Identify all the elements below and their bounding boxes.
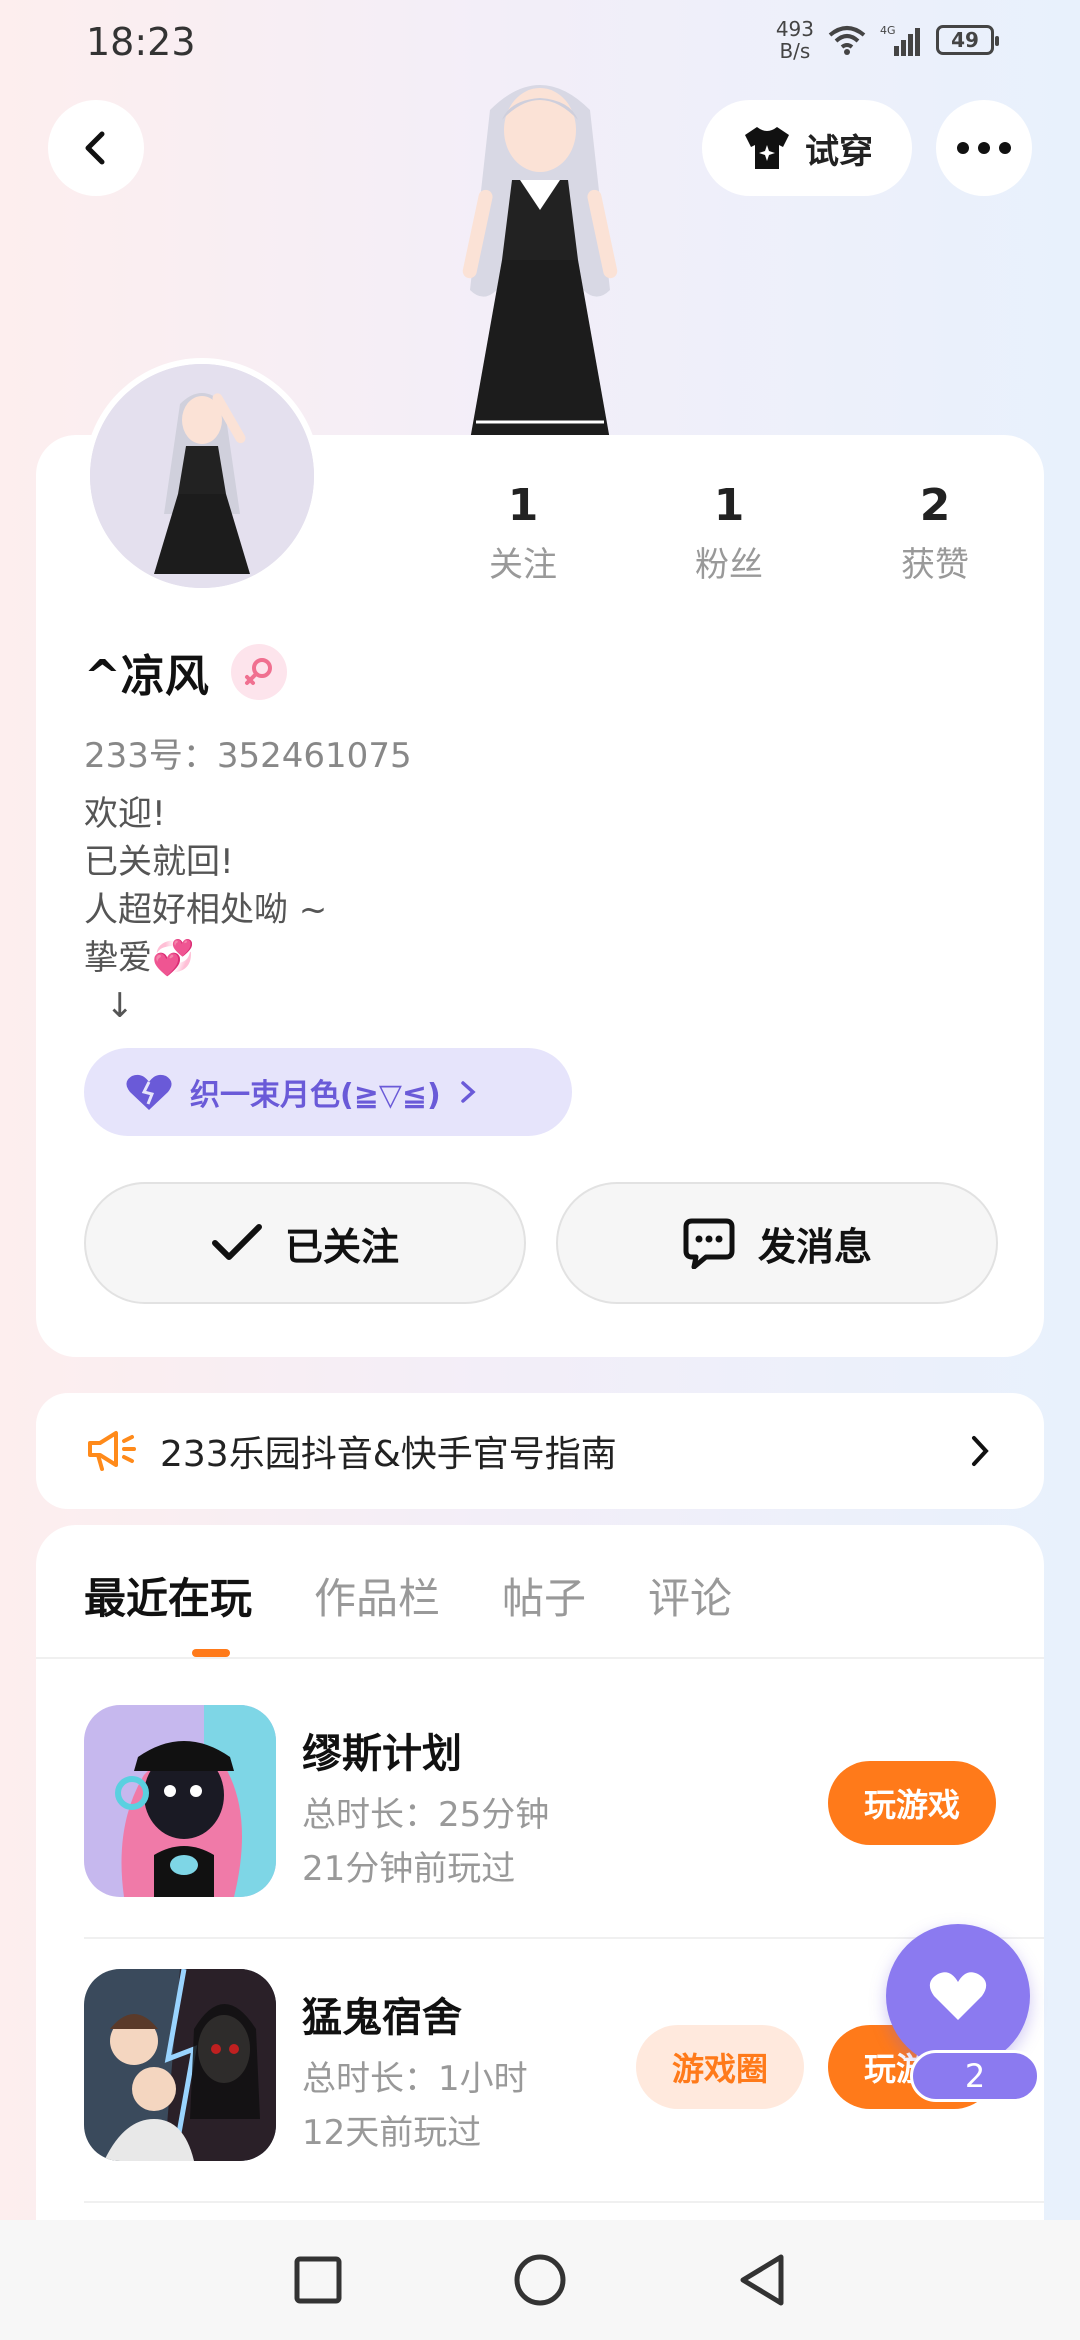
game-name: 猛鬼宿舍 (302, 1995, 462, 2041)
battery-indicator: 49 (936, 25, 999, 55)
heart-icon (126, 1074, 172, 1110)
megaphone-icon (88, 1431, 136, 1471)
game-play-duration: 总时长：1小时 (302, 2059, 528, 2099)
back-triangle-icon[interactable] (737, 2253, 787, 2307)
status-time: 18:23 (86, 20, 196, 64)
game-name: 缪斯计划 (302, 1731, 462, 1777)
divider (36, 1657, 1044, 1659)
status-icons: 493 B/s 4G 49 (775, 17, 999, 63)
game-circle-button[interactable]: 游戏圈 (636, 2025, 804, 2109)
net-speed: 493 B/s (775, 17, 814, 63)
fan-group-badge[interactable]: 织一束月色(≧▽≦) (84, 1048, 572, 1136)
avatar[interactable] (84, 358, 320, 594)
announcement-bar[interactable]: 233乐园抖音&快手官号指南 (36, 1393, 1044, 1509)
followed-button[interactable]: 已关注 (84, 1182, 526, 1304)
tab-posts[interactable]: 帖子 (502, 1565, 586, 1626)
chevron-left-icon (85, 131, 105, 165)
signal-icon: 4G (880, 24, 920, 56)
content-card: 最近在玩 作品栏 帖子 评论 缪斯计划 总时长：25分钟 21分钟前玩过 玩游戏 (36, 1525, 1044, 2340)
more-button[interactable] (936, 100, 1032, 196)
chevron-right-icon (461, 1081, 476, 1103)
nickname-row: ^凉风 (84, 640, 287, 704)
tshirt-icon (745, 127, 789, 169)
user-id: 233号：352461075 (84, 736, 412, 776)
checkmark-icon (211, 1224, 262, 1260)
game-last-played: 12天前玩过 (302, 2113, 482, 2153)
recent-apps-square-icon[interactable] (293, 2255, 343, 2305)
followed-label: 已关注 (284, 1224, 399, 1269)
badge-label: 织一束月色(≧▽≦) (190, 1078, 441, 1113)
avatar-character-image (90, 364, 314, 588)
stat-label: 粉丝 (695, 545, 763, 585)
wifi-icon (828, 26, 866, 55)
game-list-item[interactable]: 猛鬼宿舍 总时长：1小时 12天前玩过 游戏圈 玩游戏 (84, 1969, 996, 2189)
tab-indicator (192, 1649, 230, 1657)
game-icon-haunted-dorm[interactable] (84, 1969, 276, 2161)
more-dots-icon (957, 142, 1011, 154)
back-button[interactable] (48, 100, 144, 196)
svg-text:4G: 4G (880, 24, 896, 37)
stat-following[interactable]: 1 关注 (420, 480, 626, 586)
stat-followers[interactable]: 1 粉丝 (626, 480, 832, 586)
floating-like-button[interactable] (886, 1924, 1030, 2068)
stat-label: 获赞 (901, 545, 969, 585)
game-play-duration: 总时长：25分钟 (302, 1795, 550, 1835)
like-count-badge: 2 (910, 2050, 1040, 2102)
game-last-played: 21分钟前玩过 (302, 1849, 516, 1889)
nickname: ^凉风 (84, 651, 209, 702)
try-on-label: 试穿 (805, 131, 873, 172)
send-message-button[interactable]: 发消息 (556, 1182, 998, 1304)
home-circle-icon[interactable] (513, 2253, 567, 2307)
tab-bar: 最近在玩 作品栏 帖子 评论 (84, 1565, 732, 1626)
game-list-item[interactable]: 缪斯计划 总时长：25分钟 21分钟前玩过 玩游戏 (84, 1705, 996, 1925)
divider (84, 1937, 1044, 1939)
chevron-right-icon (972, 1436, 989, 1466)
divider (84, 2201, 1044, 2203)
tab-works[interactable]: 作品栏 (314, 1565, 440, 1626)
play-game-button[interactable]: 玩游戏 (828, 1761, 996, 1845)
avatar-character-figure[interactable] (420, 70, 660, 450)
heart-icon (929, 1972, 987, 2020)
stat-value: 1 (507, 480, 539, 531)
try-on-button[interactable]: 试穿 (702, 100, 912, 196)
send-message-label: 发消息 (757, 1224, 872, 1269)
stat-value: 2 (919, 480, 951, 531)
announcement-text: 233乐园抖音&快手官号指南 (160, 1434, 617, 1475)
system-nav-bar (0, 2220, 1080, 2340)
stat-value: 1 (713, 480, 745, 531)
chat-bubble-icon (683, 1218, 735, 1269)
stat-likes[interactable]: 2 获赞 (832, 480, 1038, 586)
bio-text: 欢迎! 已关就回! 人超好相处呦 ~ 挚爱💞 ↓ (84, 794, 328, 1026)
stat-label: 关注 (489, 545, 557, 585)
female-gender-icon (230, 644, 287, 700)
profile-stats: 1 关注 1 粉丝 2 获赞 (420, 480, 1040, 586)
game-icon-muse-project[interactable] (84, 1705, 276, 1897)
tab-comments[interactable]: 评论 (648, 1565, 732, 1626)
tab-recently-played[interactable]: 最近在玩 (84, 1565, 252, 1626)
